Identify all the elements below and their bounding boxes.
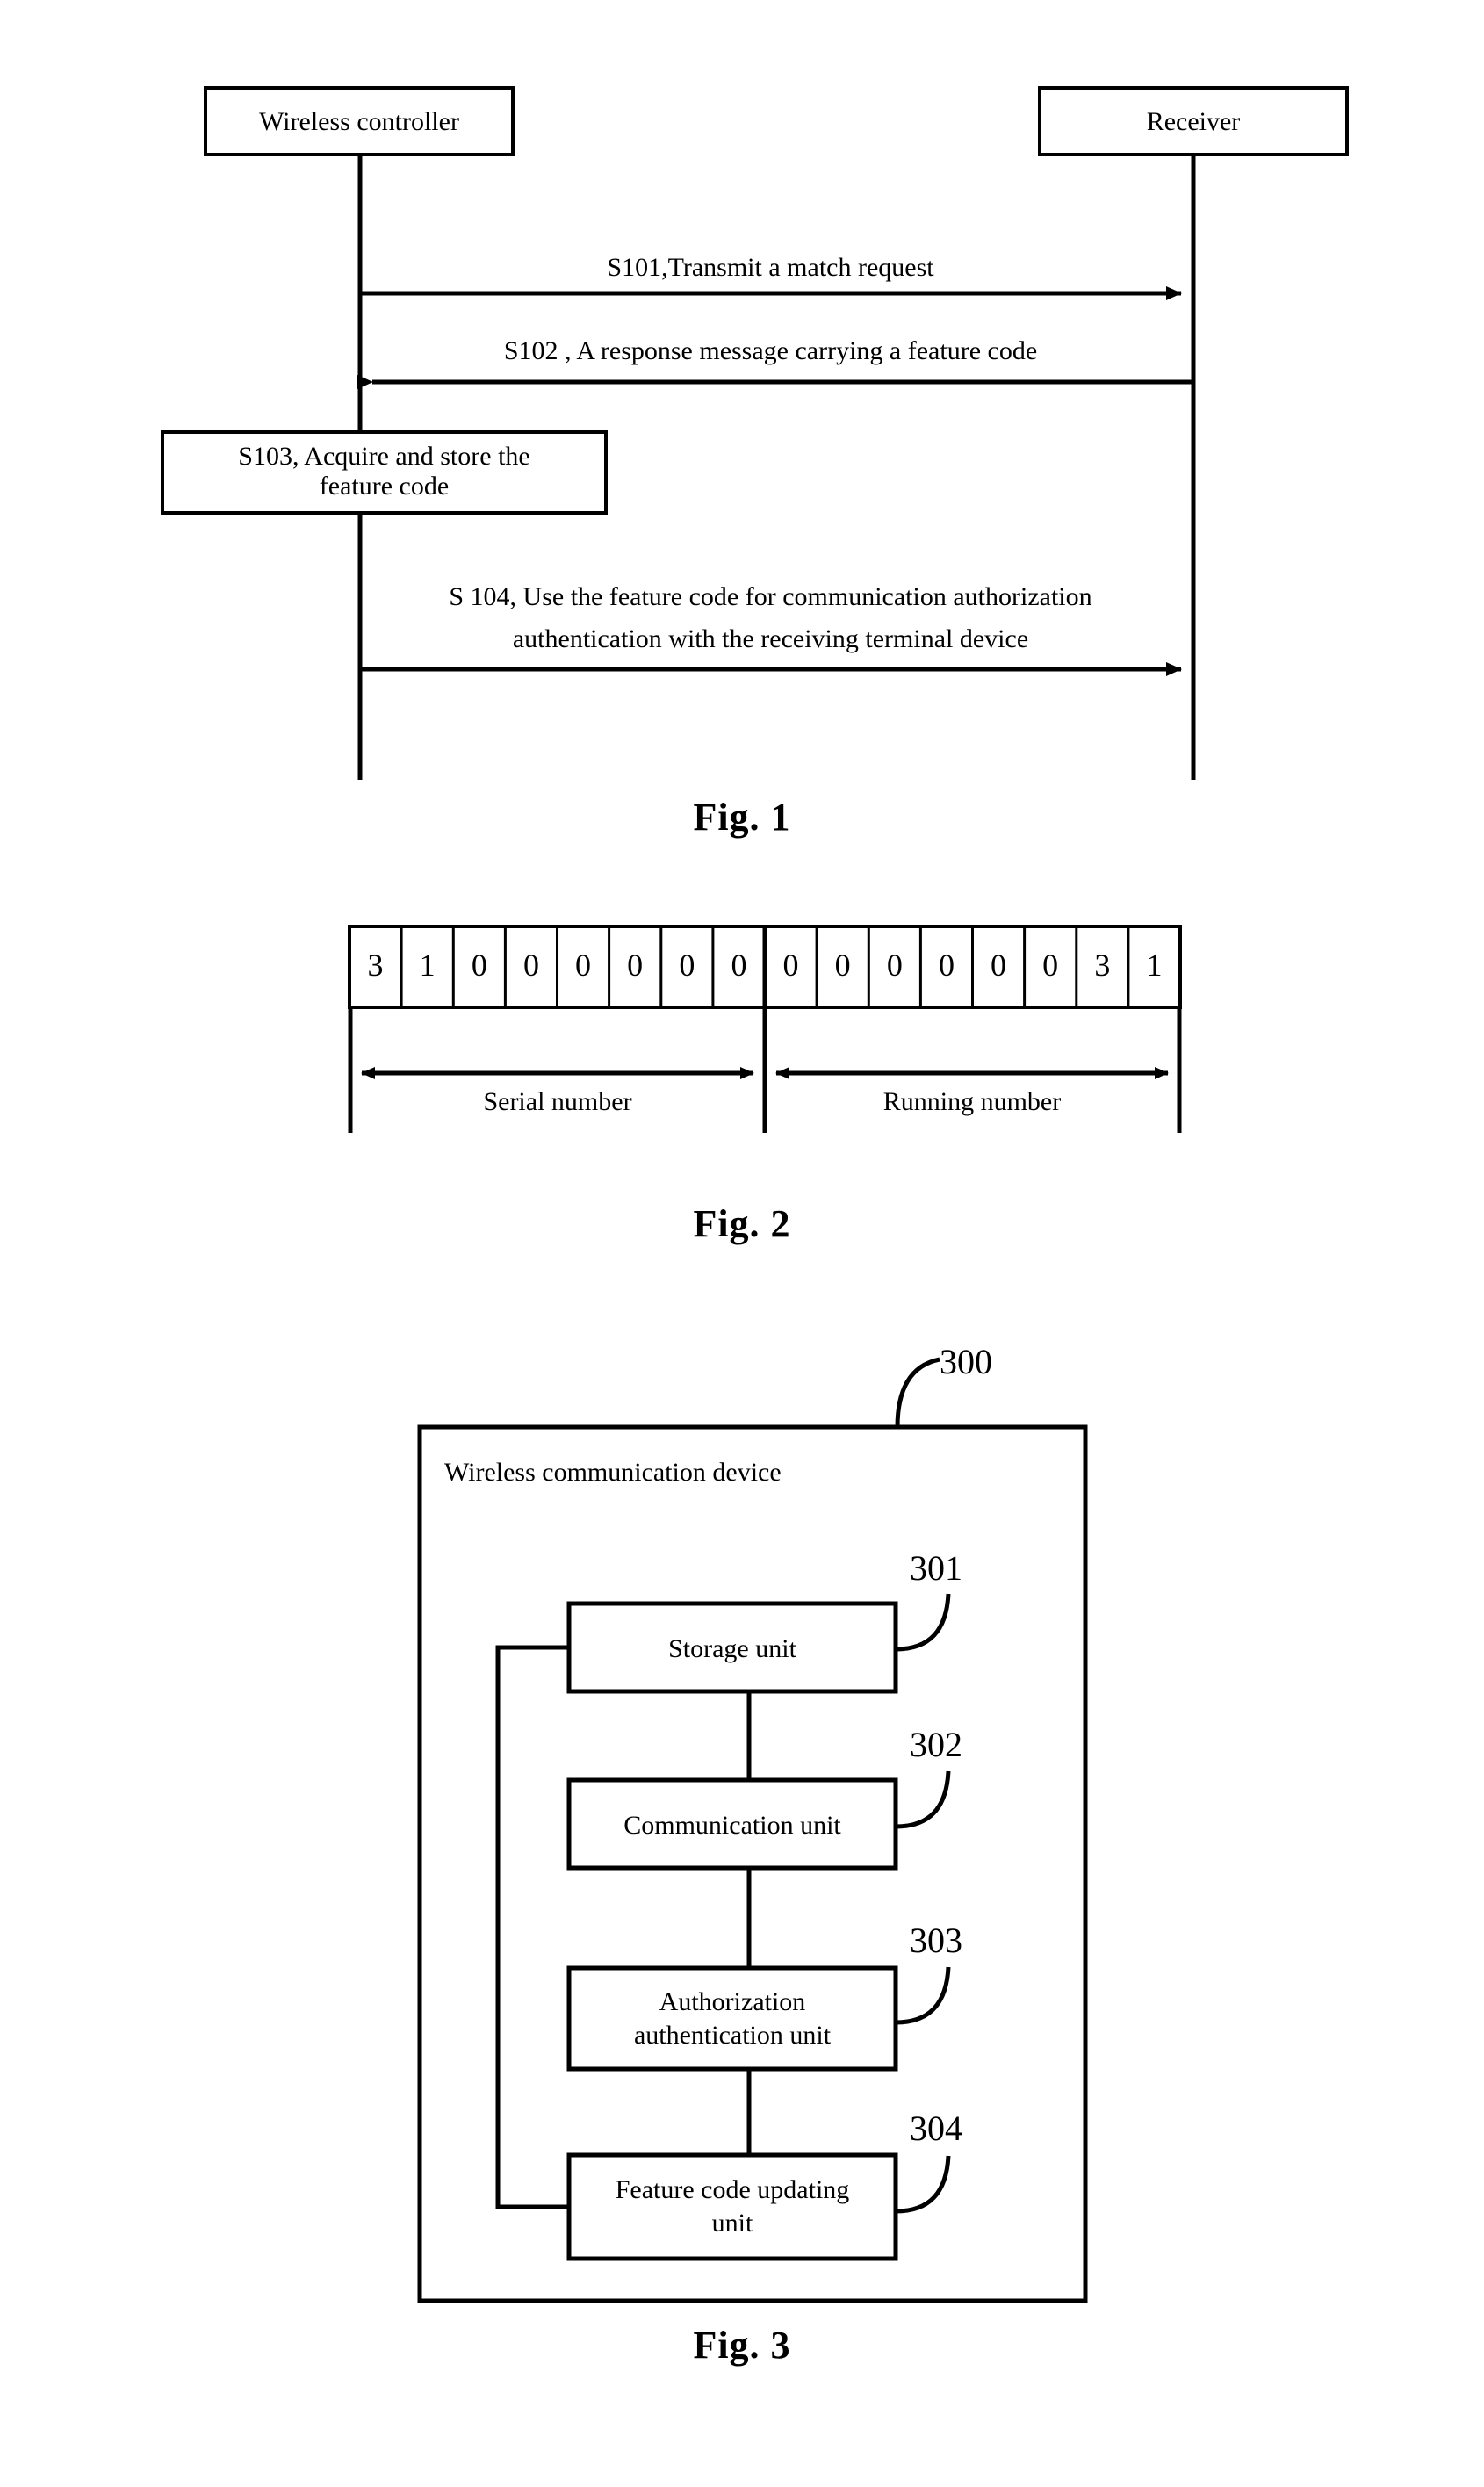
bitfield-cell: 0 bbox=[575, 948, 592, 983]
span-label-running-number: Running number bbox=[882, 1087, 1062, 1116]
unit-label-storage: Storage unit bbox=[668, 1634, 796, 1663]
message-label-s101: S101,Transmit a match request bbox=[607, 253, 934, 282]
bitfield-cell: 0 bbox=[731, 948, 747, 983]
bitfield-cell: 1 bbox=[419, 948, 436, 983]
unit-box-feature-code-updating bbox=[566, 2152, 898, 2261]
bitfield-cell: 3 bbox=[367, 948, 384, 983]
figure-caption-1: Fig. 1 bbox=[693, 796, 791, 839]
unit-label-authorization-authentication-line2: authentication unit bbox=[633, 2021, 832, 2050]
message-label-s104-line2: authentication with the receiving termin… bbox=[512, 624, 1029, 653]
bitfield-cell: 1 bbox=[1146, 948, 1163, 983]
bitfield-cell: 0 bbox=[938, 948, 955, 983]
patent-drawing-sheet: Wireless controller Receiver S101,Transm… bbox=[0, 0, 1484, 2487]
reference-numeral-301: 301 bbox=[910, 1548, 962, 1588]
actor-label-receiver: Receiver bbox=[1146, 107, 1241, 136]
unit-box-authorization-authentication bbox=[566, 1965, 898, 2072]
bitfield-cell: 0 bbox=[834, 948, 851, 983]
bitfield-cell: 0 bbox=[1042, 948, 1059, 983]
action-label-s103-line1: S103, Acquire and store the bbox=[238, 442, 530, 471]
actor-label-wireless-controller: Wireless controller bbox=[259, 107, 459, 136]
bitfield-cell: 0 bbox=[782, 948, 799, 983]
bitfield-cell: 0 bbox=[886, 948, 903, 983]
reference-numeral-304: 304 bbox=[910, 2109, 962, 2148]
bitfield-cell: 0 bbox=[471, 948, 487, 983]
unit-label-feature-code-updating-line1: Feature code updating bbox=[615, 2175, 850, 2204]
device-title-label: Wireless communication device bbox=[444, 1458, 782, 1487]
bitfield-cell: 0 bbox=[679, 948, 695, 983]
action-label-s103-line2: feature code bbox=[319, 472, 450, 501]
bitfield-cell: 0 bbox=[627, 948, 644, 983]
unit-label-feature-code-updating-line2: unit bbox=[711, 2209, 753, 2238]
message-label-s104-line1: S 104, Use the feature code for communic… bbox=[449, 582, 1092, 611]
reference-numeral-300: 300 bbox=[940, 1342, 992, 1381]
message-label-s102: S102 , A response message carrying a fea… bbox=[503, 336, 1038, 365]
leader-line-300 bbox=[895, 1357, 940, 1428]
reference-numeral-303: 303 bbox=[910, 1921, 962, 1960]
unit-label-communication: Communication unit bbox=[623, 1811, 841, 1840]
bitfield-cell: 0 bbox=[991, 948, 1007, 983]
figure-caption-3: Fig. 3 bbox=[693, 2324, 791, 2367]
unit-label-authorization-authentication-line1: Authorization bbox=[659, 1987, 806, 2016]
figure-caption-2: Fig. 2 bbox=[693, 1202, 791, 1245]
span-label-serial-number: Serial number bbox=[483, 1087, 632, 1116]
reference-numeral-302: 302 bbox=[910, 1725, 962, 1764]
bitfield-cell: 3 bbox=[1094, 948, 1111, 983]
bitfield-cell: 0 bbox=[522, 948, 539, 983]
